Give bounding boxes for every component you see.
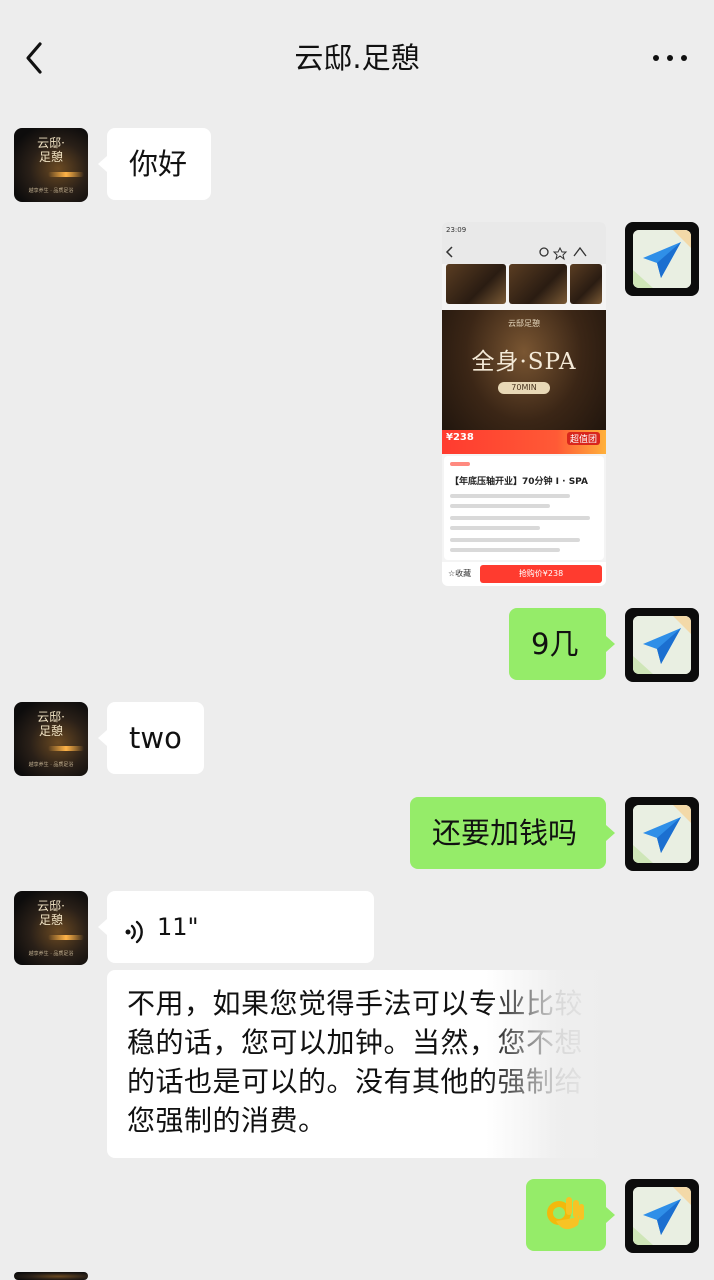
chat-title: 云邸.足憩 bbox=[294, 41, 420, 75]
bubble-tail bbox=[606, 825, 615, 841]
image-message[interactable]: 23:09 云邸足憩 全身·SPA 70MIN ¥238 超值团 【年底压轴开业… bbox=[442, 222, 606, 586]
thumb-photo bbox=[446, 264, 506, 304]
message-text: 你好 bbox=[129, 147, 188, 181]
bubble-tail bbox=[98, 919, 107, 935]
thumb-line bbox=[450, 548, 560, 552]
thumb-status-time: 23:09 bbox=[446, 226, 467, 234]
thumb-hero-logo: 云邸足憩 bbox=[508, 319, 540, 328]
avatar-shop-subtitle: 越享养生 · 品质足浴 bbox=[28, 762, 74, 768]
message-text: two bbox=[129, 721, 182, 755]
thumb-photo bbox=[570, 264, 602, 304]
contact-avatar[interactable] bbox=[14, 1272, 88, 1280]
thumb-price: ¥238 bbox=[446, 432, 474, 443]
thumb-line bbox=[450, 516, 590, 520]
thumb-status-bar: 23:09 bbox=[442, 222, 606, 240]
thumb-line bbox=[450, 494, 570, 498]
message-text: 还要加钱吗 bbox=[432, 816, 578, 850]
thumb-hero-image: 云邸足憩 全身·SPA 70MIN bbox=[442, 310, 606, 450]
message-bubble-incoming[interactable]: 你好 bbox=[98, 128, 211, 200]
my-avatar[interactable] bbox=[625, 222, 699, 296]
message-bubble-incoming[interactable]: two bbox=[98, 702, 204, 774]
contact-avatar[interactable]: 云邸·足憩 越享养生 · 品质足浴 bbox=[14, 891, 88, 965]
avatar-shop-subtitle: 越享养生 · 品质足浴 bbox=[28, 188, 74, 194]
thumb-nav-row bbox=[442, 240, 606, 264]
avatar-glow bbox=[48, 935, 84, 940]
avatar-shop-name: 云邸·足憩 bbox=[37, 899, 65, 927]
voice-duration: 11" bbox=[157, 913, 199, 941]
message-bubble-outgoing[interactable]: 还要加钱吗 bbox=[410, 797, 615, 869]
bubble-tail bbox=[606, 1207, 615, 1223]
paper-plane-icon bbox=[633, 805, 691, 863]
contact-avatar[interactable]: 云邸·足憩 越享养生 · 品质足浴 bbox=[14, 702, 88, 776]
my-avatar[interactable] bbox=[625, 797, 699, 871]
my-avatar[interactable] bbox=[625, 1179, 699, 1253]
avatar-glow bbox=[48, 746, 84, 751]
more-dots-icon[interactable] bbox=[650, 48, 690, 68]
avatar-shop-name: 云邸·足憩 bbox=[37, 136, 65, 164]
thumb-line bbox=[450, 538, 580, 542]
message-bubble-outgoing[interactable]: 9几 bbox=[509, 608, 615, 680]
thumb-line bbox=[450, 462, 470, 466]
paper-plane-icon bbox=[633, 230, 691, 288]
thumb-badge: 超值团 bbox=[566, 432, 600, 445]
voice-transcription[interactable]: 不用，如果您觉得手法可以专业比较稳的话，您可以加钟。当然，您不想的话也是可以的。… bbox=[107, 970, 606, 1158]
thumb-deal-card: 【年底压轴开业】70分钟 I · SPA bbox=[444, 456, 604, 560]
thumb-bottom-bar: ☆收藏 抢购价¥238 bbox=[442, 562, 606, 586]
voice-waves-icon bbox=[123, 915, 149, 944]
avatar-shop-subtitle: 越享养生 · 品质足浴 bbox=[28, 951, 74, 957]
message-text: 9几 bbox=[531, 627, 579, 661]
chat-header: 云邸.足憩 bbox=[0, 0, 714, 104]
message-bubble-outgoing[interactable] bbox=[526, 1179, 615, 1251]
paper-plane-icon bbox=[633, 1187, 691, 1245]
ok-hand-icon bbox=[542, 1191, 588, 1237]
bubble-tail bbox=[606, 636, 615, 652]
thumb-deal-title: 【年底压轴开业】70分钟 I · SPA bbox=[450, 477, 588, 487]
avatar-shop-name: 云邸·足憩 bbox=[37, 710, 65, 738]
thumb-buy-button: 抢购价¥238 bbox=[480, 565, 602, 583]
thumb-line bbox=[450, 504, 550, 508]
thumb-favorite: ☆收藏 bbox=[448, 569, 472, 578]
thumb-photo-strip bbox=[446, 264, 602, 304]
paper-plane-icon bbox=[633, 616, 691, 674]
contact-avatar[interactable]: 云邸·足憩 越享养生 · 品质足浴 bbox=[14, 128, 88, 202]
avatar-glow bbox=[48, 172, 84, 177]
bubble-tail bbox=[98, 156, 107, 172]
my-avatar[interactable] bbox=[625, 608, 699, 682]
thumb-hero-title: 全身·SPA bbox=[471, 349, 577, 375]
thumb-photo bbox=[509, 264, 567, 304]
thumb-line bbox=[450, 526, 540, 530]
bubble-tail bbox=[98, 730, 107, 746]
voice-message-bubble[interactable]: 11" bbox=[98, 891, 374, 963]
transcription-fade bbox=[486, 970, 606, 1158]
thumb-price-bar: ¥238 超值团 bbox=[442, 430, 606, 454]
thumb-hero-duration: 70MIN bbox=[498, 382, 550, 394]
